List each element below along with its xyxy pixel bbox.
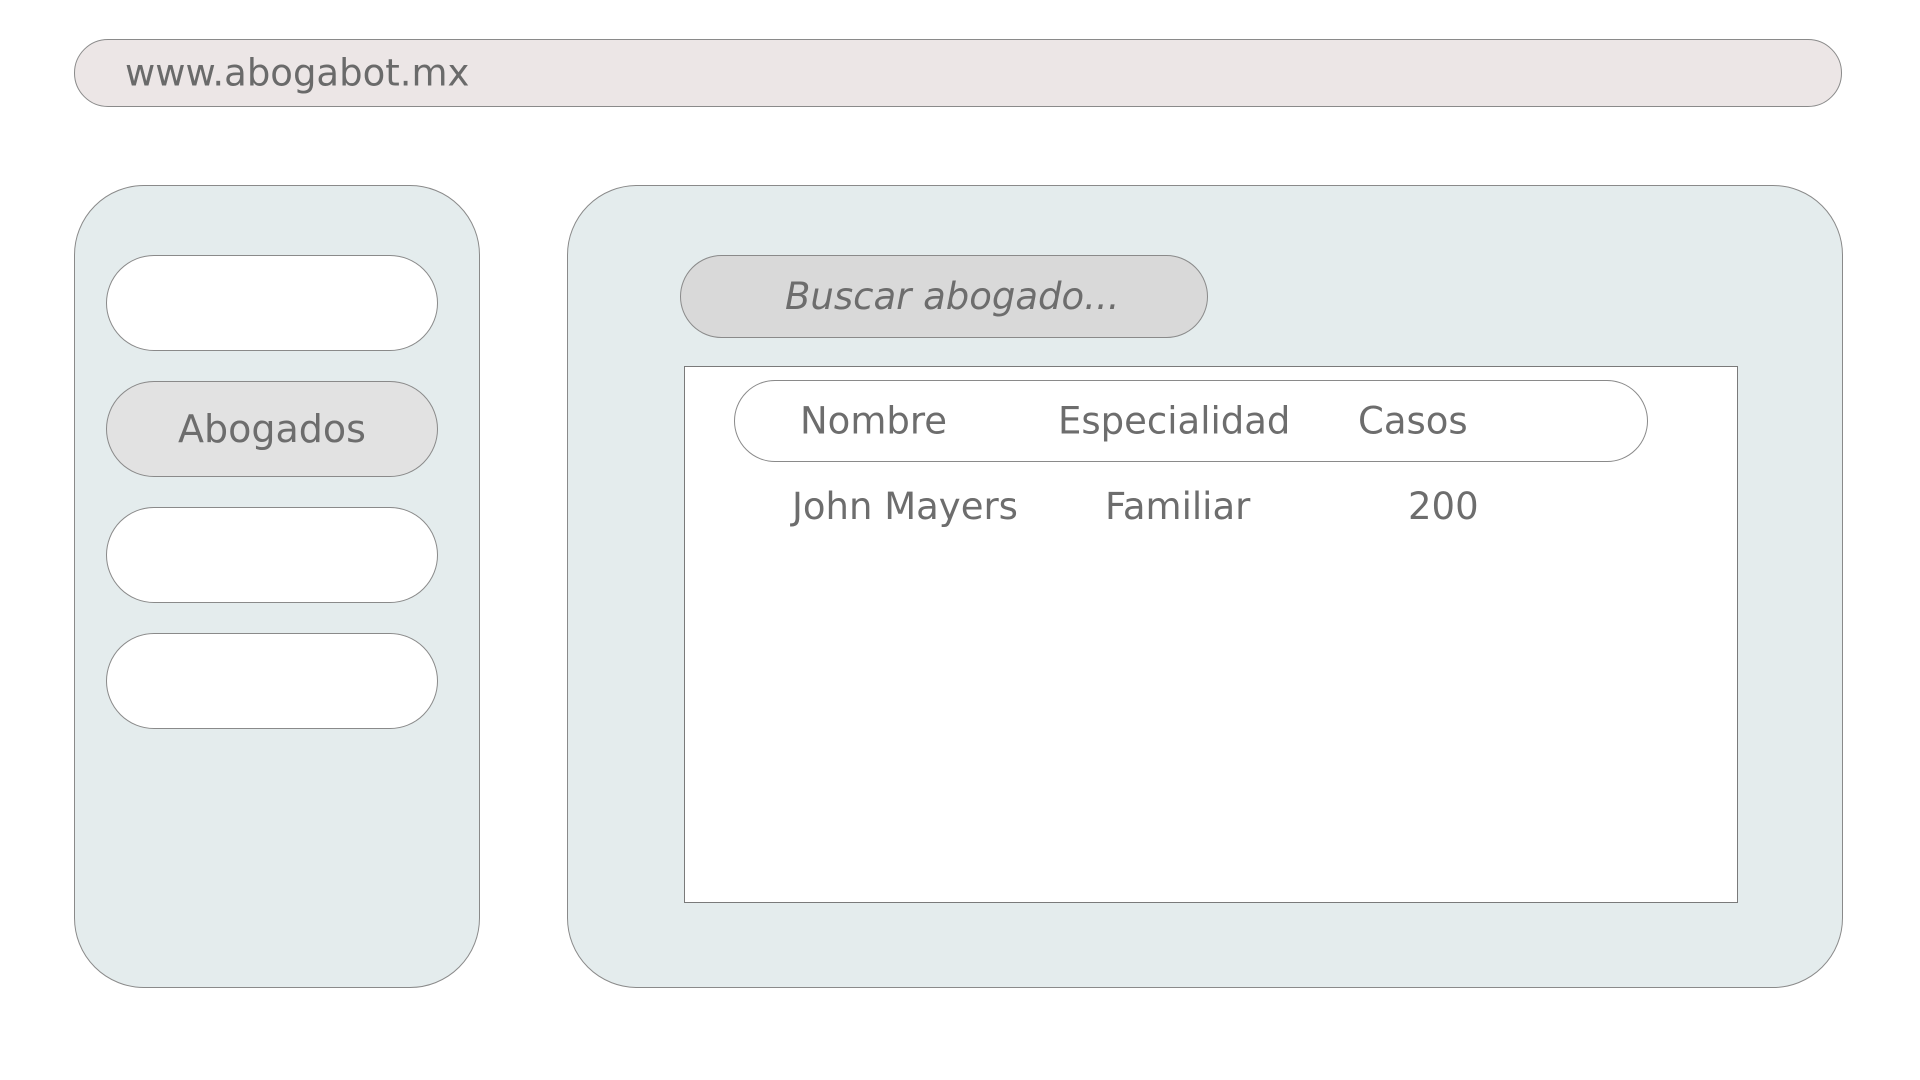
sidebar-item-3[interactable] (106, 507, 438, 603)
address-bar[interactable]: www.abogabot.mx (74, 39, 1842, 107)
table-header: Nombre Especialidad Casos (734, 380, 1648, 462)
search-input[interactable] (680, 255, 1208, 338)
column-header-especialidad[interactable]: Especialidad (1058, 400, 1290, 443)
lawyers-table: Nombre Especialidad Casos John Mayers Fa… (684, 366, 1738, 903)
table-row[interactable]: John Mayers Familiar 200 (685, 485, 1737, 545)
cell-casos: 200 (1408, 485, 1479, 528)
sidebar-item-abogados[interactable]: Abogados (106, 381, 438, 477)
main-panel: Nombre Especialidad Casos John Mayers Fa… (567, 185, 1843, 988)
cell-especialidad: Familiar (1105, 485, 1251, 528)
cell-nombre: John Mayers (792, 485, 1018, 528)
column-header-casos[interactable]: Casos (1358, 400, 1468, 443)
url-text: www.abogabot.mx (125, 51, 470, 95)
column-header-nombre[interactable]: Nombre (800, 400, 947, 443)
sidebar: Abogados (74, 185, 480, 988)
sidebar-item-4[interactable] (106, 633, 438, 729)
sidebar-item-1[interactable] (106, 255, 438, 351)
